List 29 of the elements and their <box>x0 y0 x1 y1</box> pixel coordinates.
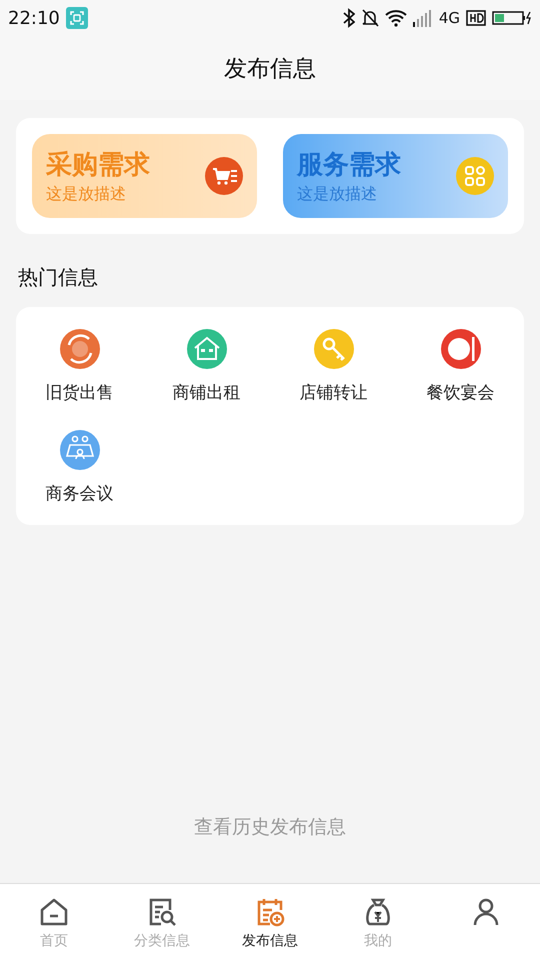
status-time: 22:10 <box>8 8 60 28</box>
page-title: 发布信息 <box>224 54 316 84</box>
cart-icon <box>205 157 243 195</box>
key-icon <box>314 329 354 369</box>
category-item[interactable]: 商铺出租 <box>143 329 270 404</box>
hd-icon <box>466 10 486 26</box>
sale-recycle-icon <box>60 329 100 369</box>
wifi-icon <box>384 9 407 27</box>
section-title: 热门信息 <box>18 264 99 291</box>
signal-icon <box>412 9 433 27</box>
plate-icon <box>440 329 480 369</box>
card-subtitle: 这是放描述 <box>46 184 127 205</box>
category-item[interactable]: 餐饮宴会 <box>397 329 524 404</box>
card-subtitle: 这是放描述 <box>297 184 378 205</box>
network-type: 4G <box>438 9 460 27</box>
bluetooth-icon <box>342 8 355 28</box>
meeting-table-icon <box>60 430 100 470</box>
category-item[interactable]: 商务会议 <box>16 430 143 505</box>
category-item[interactable]: 店铺转让 <box>270 329 397 404</box>
category-item[interactable]: 旧货出售 <box>16 329 143 404</box>
muted-bell-icon <box>360 8 379 28</box>
screenshot-icon <box>66 7 88 29</box>
grid-icon <box>456 157 494 195</box>
tab[interactable]: 发布信息 <box>216 884 324 960</box>
battery-icon <box>492 10 532 26</box>
house-icon <box>38 896 70 928</box>
house-icon <box>186 329 226 369</box>
card-title: 采购需求 <box>46 149 151 182</box>
card-title: 服务需求 <box>297 149 402 182</box>
